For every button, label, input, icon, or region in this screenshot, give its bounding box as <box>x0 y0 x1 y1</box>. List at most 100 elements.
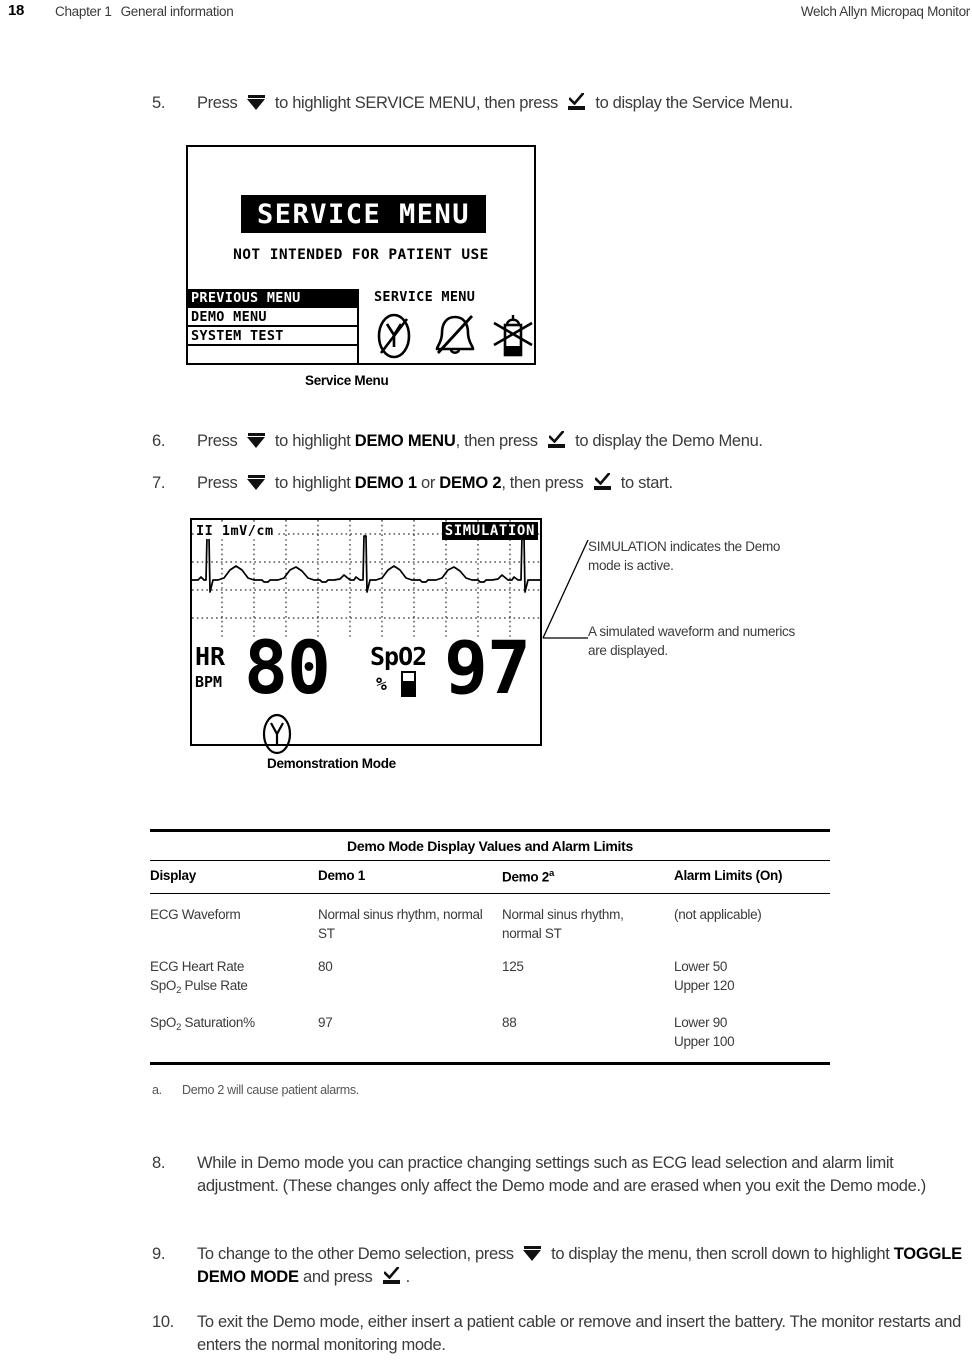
cell-limits-ecg-waveform: (not applicable) <box>674 907 762 923</box>
step-9-frag-1: To change to the other Demo selection, p… <box>197 1245 518 1263</box>
column-header-demo-1: Demo 1 <box>318 867 365 883</box>
checkmark-glyph <box>594 473 610 485</box>
table-row: ECG Heart Rate SpO2 Pulse Rate 80 125 Lo… <box>150 946 830 1002</box>
callout-waveform-text: A simulated waveform and numerics are di… <box>588 624 795 658</box>
cell-display-spo2-saturation: SpO2 Saturation% <box>150 1002 318 1062</box>
cell-display-pulse-rate-post: Pulse Rate <box>181 978 248 994</box>
down-arrow-key-icon <box>246 433 266 448</box>
step-7-text: Press to highlight DEMO 1 or DEMO 2, the… <box>197 472 972 495</box>
step-5-frag-2: to highlight SERVICE MENU, then press <box>270 94 563 112</box>
demo-values-table: Demo Mode Display Values and Alarm Limit… <box>150 829 830 1065</box>
check-key-icon <box>593 473 612 490</box>
step-5: 5. Press to highlight SERVICE MENU, then… <box>152 92 972 115</box>
cell-display-heart-rate: ECG Heart Rate SpO2 Pulse Rate <box>150 946 318 1002</box>
step-6-frag-3: , then press <box>455 432 542 450</box>
spo2-value: 97 <box>444 626 531 711</box>
ecg-waveform-area: II 1mV/cm SIMULATION <box>192 520 540 638</box>
service-menu-item-demo-menu[interactable]: DEMO MENU <box>187 308 357 327</box>
step-9-text: To change to the other Demo selection, p… <box>197 1243 970 1289</box>
step-8-text: While in Demo mode you can practice chan… <box>197 1154 926 1195</box>
step-8-number: 8. <box>152 1154 166 1172</box>
table-row: SpO2 Saturation% 97 88 Lower 90 Upper 10… <box>150 1002 830 1062</box>
numerics-area: HR BPM 80 SpO2 % 97 <box>192 632 540 755</box>
step-7-frag-4: , then press <box>501 474 588 492</box>
cell-demo2-ecg-waveform: Normal sinus rhythm, normal ST <box>502 907 624 942</box>
cell-demo1-ecg-waveform: Normal sinus rhythm, normal ST <box>318 907 483 942</box>
column-header-display: Display <box>150 867 196 883</box>
demo-mode-caption: Demonstration Mode <box>267 756 396 771</box>
service-menu-subtitle: NOT INTENDED FOR PATIENT USE <box>233 247 489 263</box>
cell-display-pulse-rate-sub: 2 <box>176 985 182 997</box>
column-header-demo-2-label: Demo 2 <box>502 869 549 885</box>
footnote-text: Demo 2 will cause patient alarms. <box>182 1083 359 1097</box>
service-menu-title: SERVICE MENU <box>241 195 486 233</box>
step-7-frag-5: to start. <box>616 474 673 492</box>
hr-value: 80 <box>244 626 331 711</box>
step-6-bold-demo-menu: DEMO MENU <box>354 432 456 450</box>
service-menu-item-system-test[interactable]: SYSTEM TEST <box>187 327 357 346</box>
table-header-row: Display Demo 1 Demo 2a Alarm Limits (On) <box>150 861 830 894</box>
step-9-frag-4: . <box>405 1268 411 1286</box>
step-8: 8. While in Demo mode you can practice c… <box>152 1152 970 1198</box>
ecg-lead-scale-label: II 1mV/cm <box>196 523 276 539</box>
page-number: 18 <box>8 2 24 19</box>
cell-limits-heart-rate-upper: Upper 120 <box>674 978 735 994</box>
spo2-label: SpO2 <box>370 642 427 671</box>
demonstration-mode-screenshot: II 1mV/cm SIMULATION HR BPM 80 SpO2 % 97 <box>190 518 542 755</box>
service-menu-list: PREVIOUS MENU DEMO MENU SYSTEM TEST <box>187 289 359 365</box>
table-body: ECG Waveform Normal sinus rhythm, normal… <box>150 894 830 1062</box>
service-menu-screenshot: SERVICE MENU NOT INTENDED FOR PATIENT US… <box>186 145 536 365</box>
service-menu-right-label: SERVICE MENU <box>374 289 476 305</box>
step-10-number: 10. <box>152 1313 174 1331</box>
page-header: 18 Chapter 1 General information Welch Al… <box>0 0 972 34</box>
table-row: ECG Waveform Normal sinus rhythm, normal… <box>150 894 830 946</box>
step-7-bold-demo-1: DEMO 1 <box>354 474 417 492</box>
service-menu-status-icons <box>372 311 533 363</box>
step-7: 7. Press to highlight DEMO 1 or DEMO 2, … <box>152 472 972 495</box>
ecg-lead-off-icon <box>377 313 411 359</box>
down-arrow-key-icon <box>246 475 266 490</box>
patient-off-icon <box>493 315 533 357</box>
service-menu-item-previous-menu[interactable]: PREVIOUS MENU <box>187 289 357 308</box>
service-menu-item-empty <box>187 346 357 365</box>
step-5-text: Press to highlight SERVICE MENU, then pr… <box>197 92 972 115</box>
step-9-number: 9. <box>152 1245 166 1263</box>
ecg-lead-icon <box>262 713 292 755</box>
step-5-frag-1: Press <box>197 94 242 112</box>
down-arrow-key-icon <box>246 95 266 110</box>
hr-units-label: BPM <box>195 673 223 691</box>
cell-display-ecg-waveform: ECG Waveform <box>150 907 241 923</box>
step-9-frag-2: to display the menu, then scroll down to… <box>546 1245 894 1263</box>
spo2-signal-bar-icon <box>401 671 416 697</box>
cell-display-spo2-sub: 2 <box>176 1022 182 1034</box>
step-10-text: To exit the Demo mode, either insert a p… <box>197 1313 961 1354</box>
cell-limits-heart-rate: Lower 50 Upper 120 <box>674 946 830 1002</box>
cell-display-pulse-rate-pre: SpO <box>150 978 177 994</box>
cell-demo2-heart-rate: 125 <box>502 959 524 975</box>
cell-demo2-spo2-saturation: 88 <box>502 1015 517 1031</box>
spo2-percent-symbol: % <box>376 674 387 695</box>
cell-display-spo2-pre: SpO <box>150 1015 177 1031</box>
step-9: 9. To change to the other Demo selection… <box>152 1243 970 1289</box>
table-bottom-rule <box>150 1062 830 1065</box>
cell-display-heart-rate-line1: ECG Heart Rate <box>150 959 245 975</box>
column-header-alarm-limits: Alarm Limits (On) <box>674 867 783 883</box>
alarm-bell-off-icon <box>435 315 475 355</box>
checkmark-glyph <box>569 93 585 105</box>
header-section-title: General information <box>120 4 234 19</box>
cell-limits-spo2-lower: Lower 90 <box>674 1015 728 1031</box>
step-6-frag-2: to highlight <box>270 432 355 450</box>
step-7-frag-1: Press <box>197 474 242 492</box>
table-footnote: a. Demo 2 will cause patient alarms. <box>152 1083 359 1097</box>
checkmark-glyph <box>548 431 564 443</box>
simulation-badge: SIMULATION <box>441 522 538 540</box>
service-menu-caption: Service Menu <box>305 373 389 388</box>
table-title: Demo Mode Display Values and Alarm Limit… <box>347 837 633 854</box>
hr-label: HR <box>195 642 226 671</box>
header-document-title: Welch Allyn Micropaq Monitor <box>800 4 970 19</box>
step-7-bold-demo-2: DEMO 2 <box>439 474 502 492</box>
step-6-frag-4: to display the Demo Menu. <box>570 432 763 450</box>
step-6-frag-1: Press <box>197 432 242 450</box>
step-7-number: 7. <box>152 474 166 492</box>
step-7-frag-3: or <box>416 474 440 492</box>
